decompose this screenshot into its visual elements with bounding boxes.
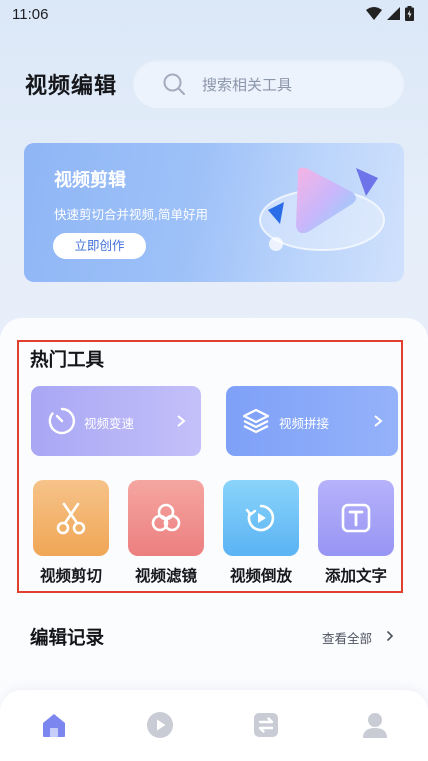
search-placeholder: 搜索相关工具 — [202, 76, 293, 94]
nav-swap[interactable] — [250, 709, 282, 741]
page-title: 视频编辑 — [25, 74, 118, 99]
status-time: 11:06 — [12, 6, 49, 23]
home-icon — [43, 714, 65, 737]
chevron-right-icon — [374, 415, 383, 427]
create-now-button[interactable]: 立即创作 — [53, 233, 146, 259]
user-icon — [363, 713, 387, 738]
hot-tools-title: 热门工具 — [30, 350, 105, 371]
play-circle-icon — [147, 712, 173, 738]
speed-change-label: 视频变速 — [84, 416, 135, 431]
speed-timer-icon — [48, 407, 76, 435]
battery-icon — [405, 6, 414, 21]
signal-icon — [387, 7, 400, 20]
wifi-icon — [366, 7, 382, 20]
video-merge-label: 视频拼接 — [279, 416, 330, 431]
status-icons — [366, 6, 414, 21]
swap-icon — [254, 713, 278, 737]
reverse-play-icon — [245, 504, 275, 532]
add-text-label: 添加文字 — [324, 567, 387, 585]
banner-title: 视频剪辑 — [54, 170, 126, 191]
video-cut-label: 视频剪切 — [39, 567, 102, 585]
banner-subtitle: 快速剪切合并视频,简单好用 — [54, 207, 208, 222]
chevron-right-icon — [177, 415, 186, 427]
view-all-link[interactable]: 查看全部 — [322, 628, 372, 647]
video-play-illustration — [259, 167, 385, 251]
scissors-icon — [56, 502, 86, 535]
chevron-right-icon[interactable] — [386, 630, 394, 642]
filter-circles-icon — [151, 503, 181, 532]
search-icon — [163, 73, 185, 95]
video-filter-label: 视频滤镜 — [134, 567, 197, 585]
nav-profile[interactable] — [359, 709, 391, 741]
layers-icon — [242, 408, 270, 434]
video-reverse-label: 视频倒放 — [229, 567, 292, 585]
nav-play[interactable] — [144, 709, 176, 741]
edit-records-title: 编辑记录 — [30, 628, 105, 649]
nav-home[interactable] — [38, 709, 70, 741]
text-box-icon — [341, 503, 371, 533]
